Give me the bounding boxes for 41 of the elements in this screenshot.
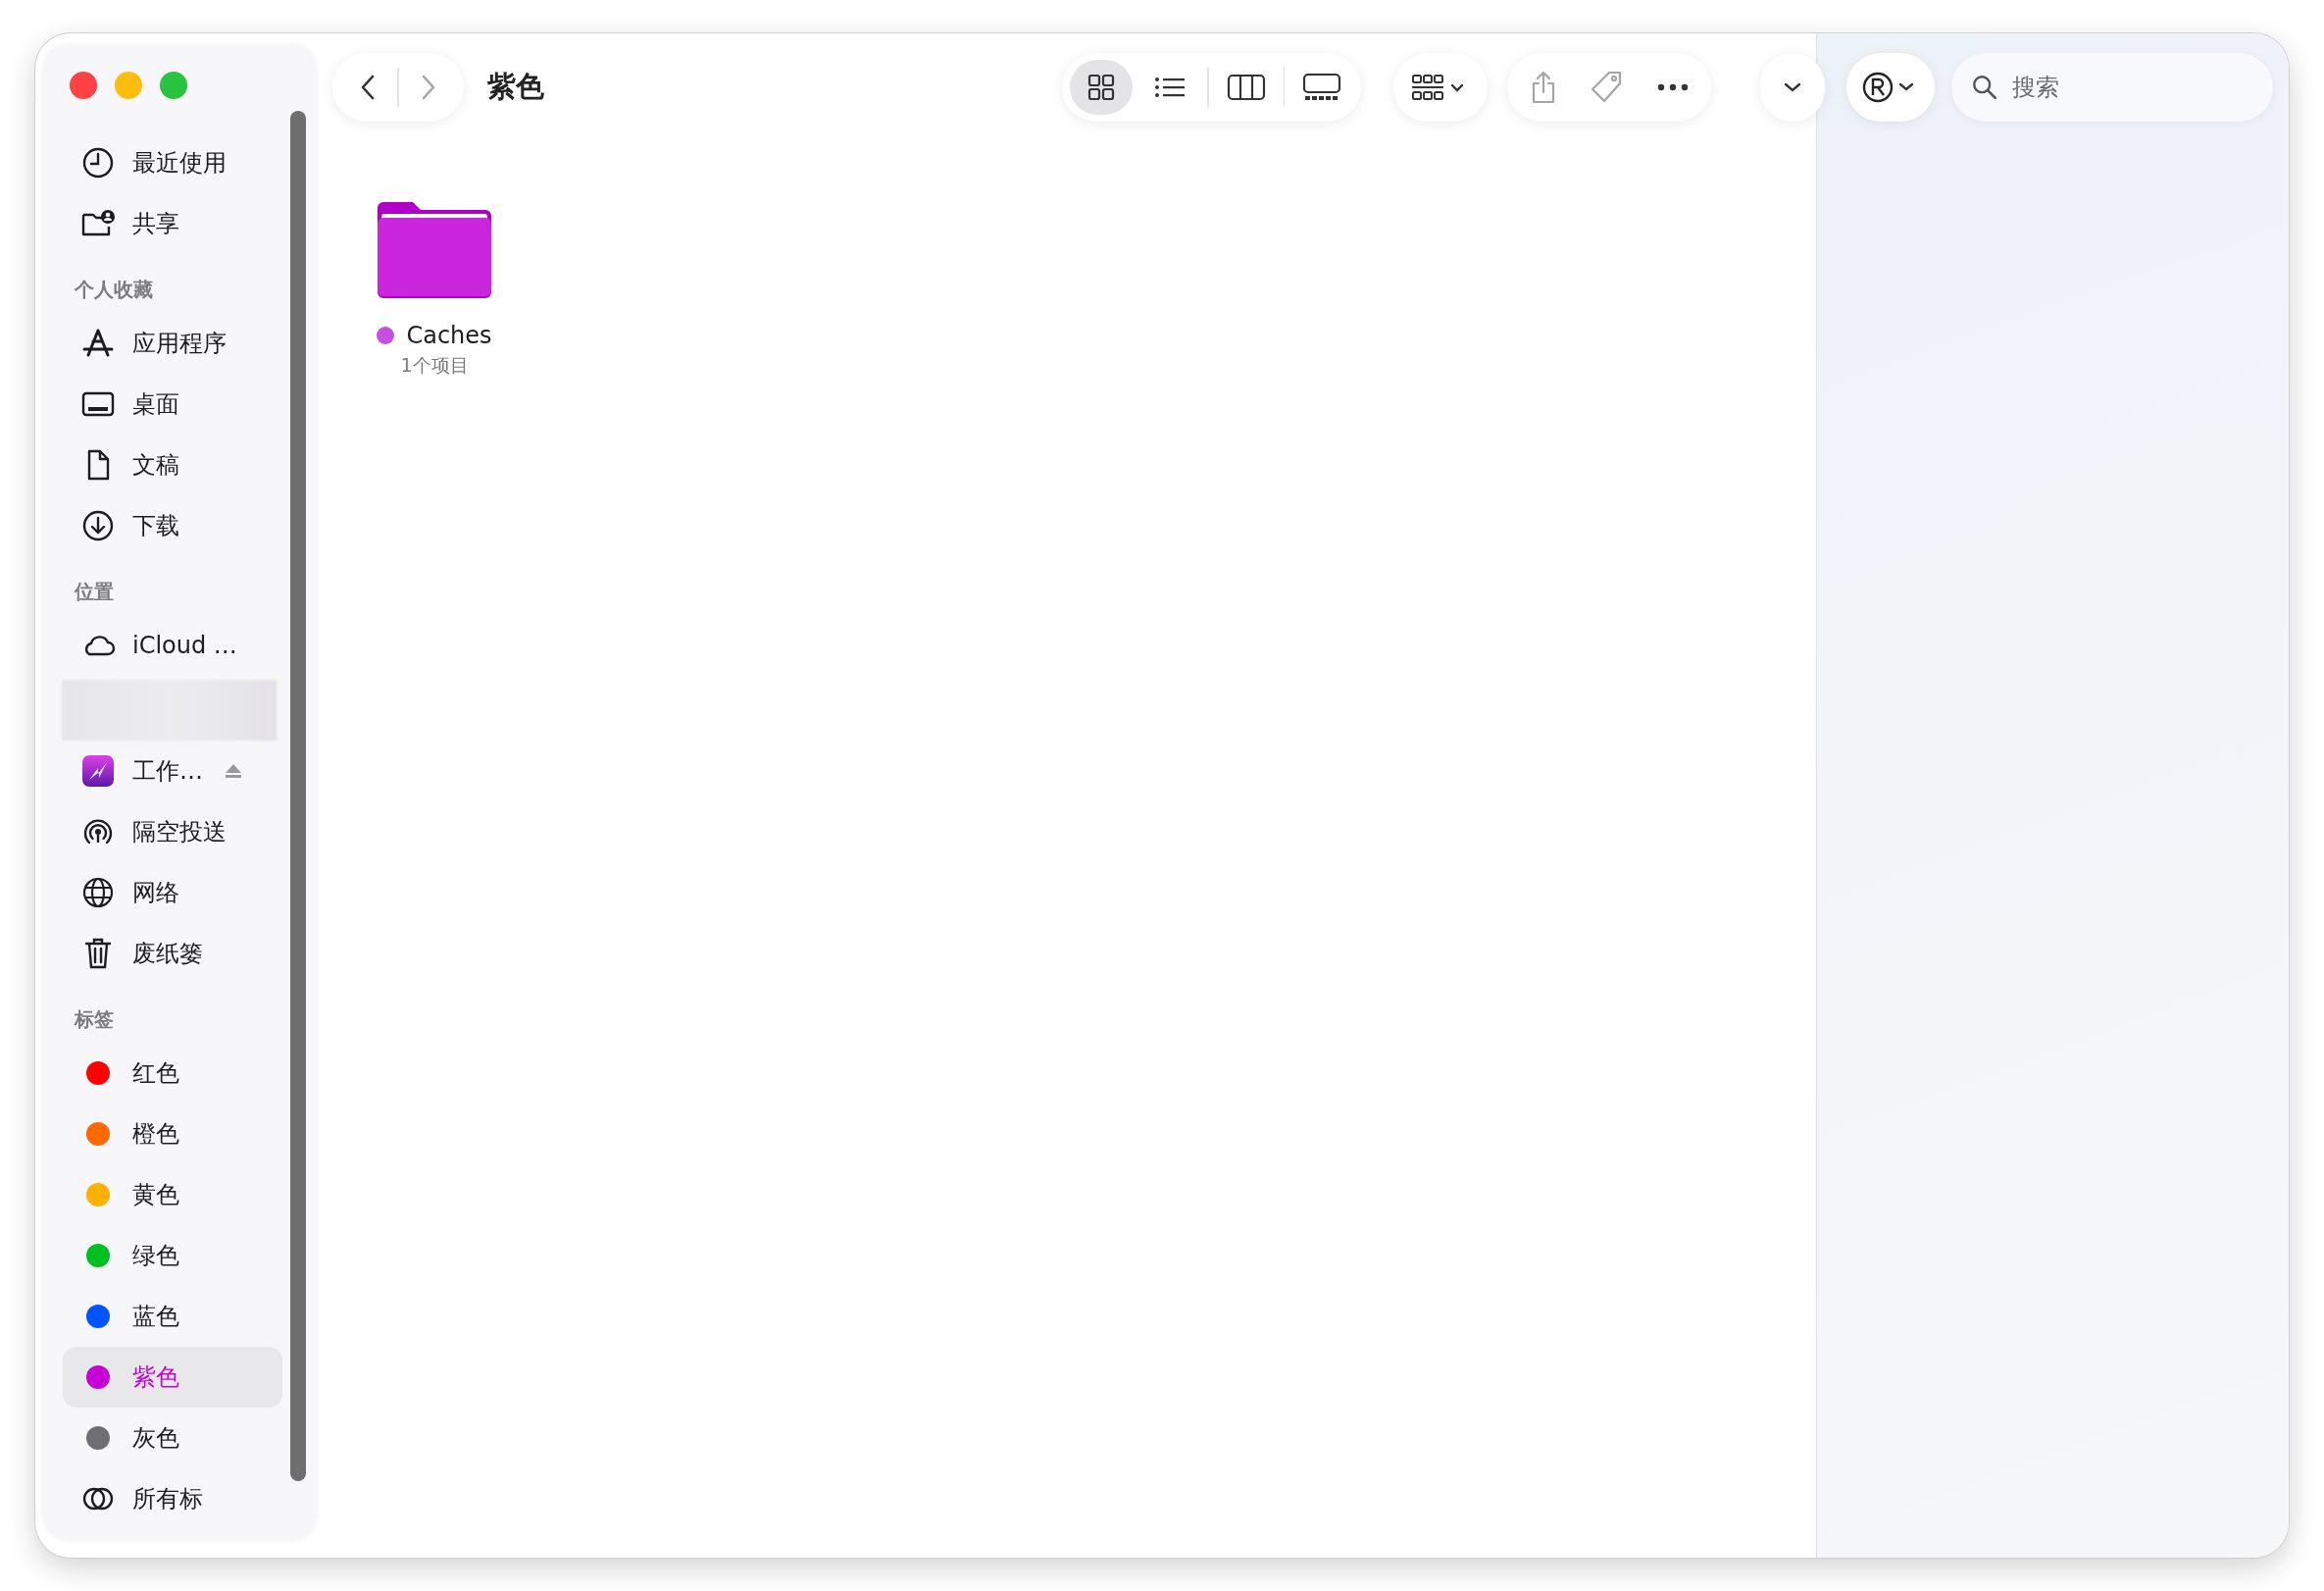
download-icon [80, 508, 116, 543]
columns-icon [1226, 72, 1266, 102]
file-name: Caches [406, 322, 492, 349]
sidebar-item[interactable]: 橙色 [63, 1103, 282, 1164]
sidebar-item[interactable]: 所有标 [63, 1468, 282, 1529]
item-count: 1个项目 [400, 353, 469, 378]
globe-icon [80, 875, 116, 910]
eject-icon[interactable] [224, 763, 243, 779]
sidebar-item[interactable]: 废纸篓 [63, 923, 282, 984]
sidebar-item[interactable]: 绿色 [63, 1225, 282, 1286]
sidebar-item[interactable]: 灰色 [63, 1408, 282, 1468]
sidebar-item[interactable]: 隔空投送 [63, 801, 282, 862]
sidebar-item[interactable]: 紫色 [63, 1347, 282, 1408]
search-field[interactable]: 搜索 [1951, 52, 2273, 122]
close-button[interactable] [70, 72, 97, 99]
chevron-down-icon [1783, 80, 1802, 93]
section-heading: 位置 [74, 579, 115, 605]
sidebar-item[interactable]: 共享 [63, 193, 282, 254]
ellipsis-icon [1656, 81, 1690, 92]
scrollbar-thumb[interactable] [290, 111, 306, 1481]
zoom-button[interactable] [160, 72, 187, 99]
sidebar-item[interactable]: 文稿 [63, 435, 282, 495]
window-title: 紫色 [486, 68, 544, 105]
sidebar-item[interactable]: 工作… [63, 741, 282, 801]
sidebar-item[interactable]: 网络 [63, 862, 282, 923]
gallery-icon [1302, 72, 1341, 102]
sidebar-item[interactable]: 桌面 [63, 374, 282, 435]
drive-icon [80, 753, 116, 789]
sidebar-item[interactable]: iCloud … [63, 615, 282, 676]
icon-view-button[interactable] [1070, 59, 1133, 115]
folder-icon [376, 200, 493, 298]
sidebar-item[interactable]: 最近使用 [63, 132, 282, 193]
grid-icon [1086, 72, 1116, 102]
sidebar-item[interactable]: 红色 [63, 1043, 282, 1103]
sidebar-item[interactable]: 蓝色 [63, 1286, 282, 1347]
sidebar-item[interactable]: 黄色 [63, 1164, 282, 1225]
sidebar-item[interactable]: 应用程序 [63, 313, 282, 374]
section-heading: 标签 [73, 1006, 115, 1033]
sidebar-item[interactable]: 下载 [63, 495, 282, 556]
section-heading: 个人收藏 [74, 277, 154, 303]
clock-icon [80, 145, 116, 180]
